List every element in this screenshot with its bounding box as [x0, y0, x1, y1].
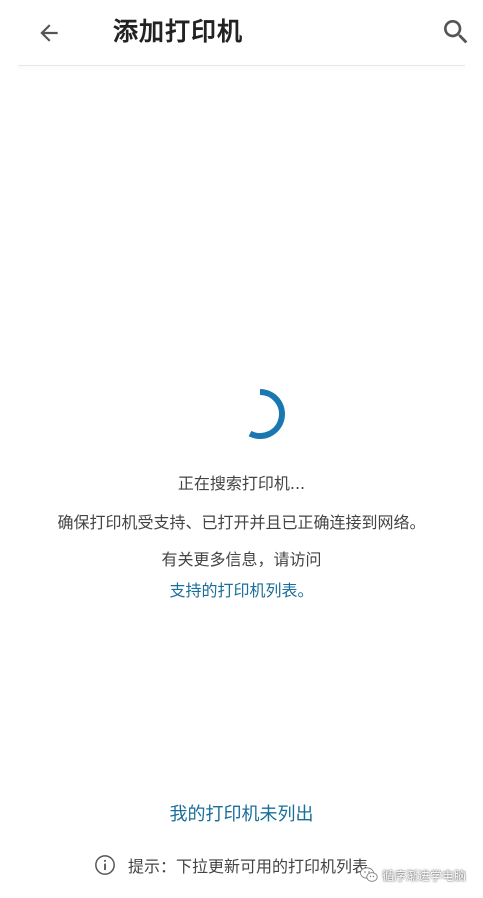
- watermark-text: 循序渐进学电脑: [382, 868, 467, 883]
- app-bar: 添加打印机: [0, 0, 483, 66]
- hint-text: 提示：下拉更新可用的打印机列表: [128, 857, 369, 876]
- back-button[interactable]: [30, 14, 68, 52]
- loading-spinner: [248, 389, 285, 439]
- ensure-printer-text: 确保打印机受支持、已打开并且已正确连接到网络。: [57, 513, 426, 532]
- searching-status-text: 正在搜索打印机...: [177, 474, 306, 493]
- app-bar-divider: [18, 65, 465, 66]
- search-button[interactable]: [436, 12, 476, 52]
- more-info-text: 有关更多信息，请访问: [161, 550, 322, 569]
- supported-printers-link[interactable]: 支持的打印机列表。: [0, 580, 483, 602]
- wechat-icon: [360, 867, 378, 882]
- page-title: 添加打印机: [113, 17, 244, 46]
- search-icon: [444, 20, 468, 44]
- printer-not-listed-link[interactable]: 我的打印机未列出: [0, 803, 483, 827]
- hint-row: 提示：下拉更新可用的打印机列表: [94, 852, 368, 878]
- info-icon: [95, 855, 115, 875]
- arrow-back-icon: [40, 24, 58, 42]
- watermark: 循序渐进学电脑: [360, 864, 466, 886]
